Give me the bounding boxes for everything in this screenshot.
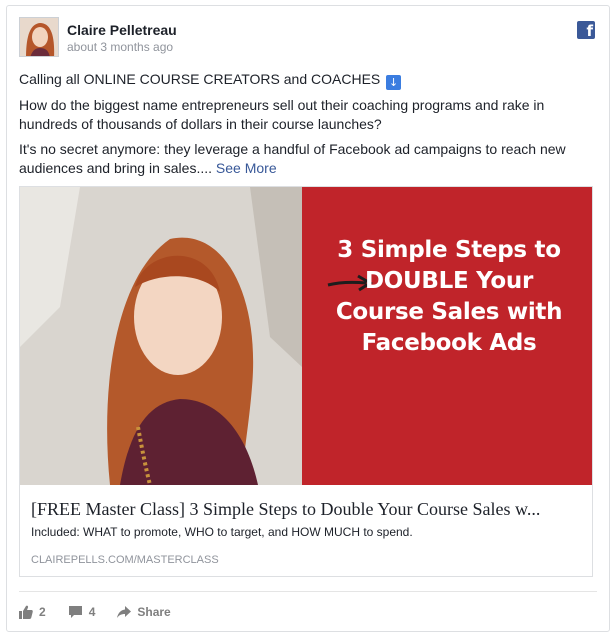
link-preview-image[interactable]: 3 Simple Steps to DOUBLE Your Course Sal… [20, 187, 592, 485]
link-description[interactable]: Included: WHAT to promote, WHO to target… [31, 525, 583, 539]
like-count: 2 [39, 605, 46, 619]
share-button[interactable]: Share [117, 605, 171, 619]
portrait-photo [20, 187, 302, 485]
comment-button[interactable]: 4 [68, 605, 96, 619]
share-icon [117, 606, 132, 618]
link-preview[interactable]: 3 Simple Steps to DOUBLE Your Course Sal… [19, 186, 593, 577]
link-title[interactable]: [FREE Master Class] 3 Simple Steps to Do… [31, 499, 583, 520]
comment-icon [68, 606, 82, 618]
link-domain[interactable]: CLAIREPELLS.COM/MASTERCLASS [31, 554, 583, 566]
like-button[interactable]: 2 [19, 605, 46, 619]
promo-banner: 3 Simple Steps to DOUBLE Your Course Sal… [302, 187, 592, 485]
see-more-link[interactable]: See More [216, 160, 277, 176]
post-paragraph: How do the biggest name entrepreneurs se… [19, 97, 545, 132]
post-timestamp[interactable]: about 3 months ago [67, 40, 173, 54]
divider [19, 591, 597, 592]
post-paragraph: Calling all ONLINE COURSE CREATORS and C… [19, 70, 599, 90]
author-name[interactable]: Claire Pelletreau [67, 22, 177, 38]
promo-headline: 3 Simple Steps to DOUBLE Your Course Sal… [335, 237, 563, 356]
share-label: Share [137, 605, 171, 619]
facebook-icon: f [577, 21, 595, 40]
down-arrow-emoji-icon: ↓ [386, 75, 402, 90]
thumbs-up-icon [19, 605, 33, 619]
comment-count: 4 [88, 605, 96, 619]
author-avatar[interactable] [19, 17, 59, 57]
post-body: Calling all ONLINE COURSE CREATORS and C… [19, 70, 599, 184]
post-paragraph: It's no secret anymore: they leverage a … [19, 141, 566, 176]
action-bar: 2 4 Share [19, 602, 193, 622]
post-card: Claire Pelletreau about 3 months ago f C… [6, 5, 610, 632]
